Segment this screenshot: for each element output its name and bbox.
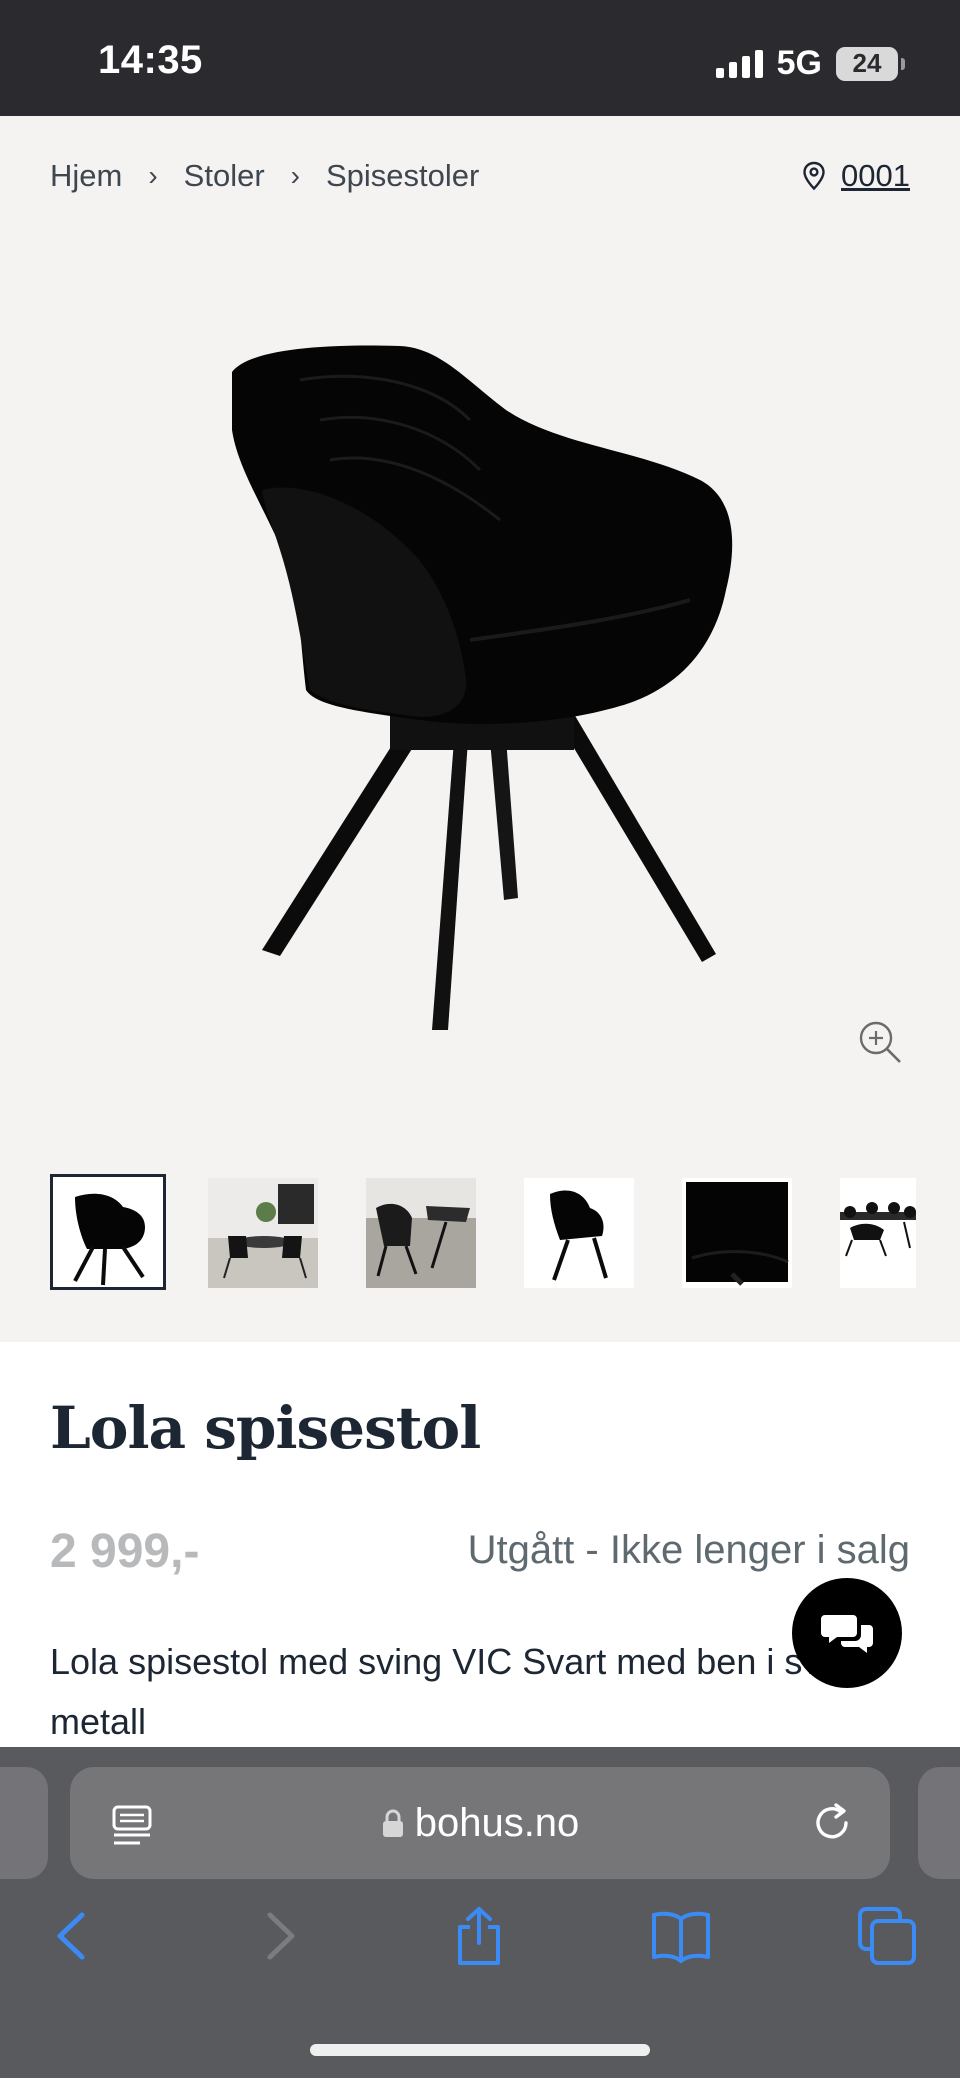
chevron-right-icon[interactable] xyxy=(248,1905,310,1967)
status-indicators: 5G 24 xyxy=(715,44,905,83)
battery-icon: 24 xyxy=(836,46,905,81)
product-price: 2 999,- xyxy=(50,1525,200,1578)
chevron-left-icon[interactable] xyxy=(42,1905,104,1967)
availability-status: Utgått - Ikke lenger i salg xyxy=(467,1528,910,1572)
address-bar[interactable]: bohus.no xyxy=(70,1767,890,1879)
battery-level: 24 xyxy=(852,48,882,78)
store-selector[interactable]: 0001 xyxy=(801,158,910,194)
chair-illustration xyxy=(232,345,733,1030)
location-pin-icon xyxy=(803,161,825,191)
chat-button[interactable] xyxy=(792,1578,902,1688)
thumbnail-fabric-closeup[interactable] xyxy=(682,1178,792,1288)
store-code[interactable]: 0001 xyxy=(841,158,910,194)
share-icon[interactable] xyxy=(448,1905,510,1967)
status-time: 14:35 xyxy=(98,38,203,82)
breadcrumb-home[interactable]: Hjem xyxy=(50,158,122,194)
breadcrumb-dining-chairs[interactable]: Spisestoler xyxy=(326,158,479,194)
thumbnail-chair-front[interactable] xyxy=(50,1174,166,1290)
url-field[interactable]: bohus.no xyxy=(70,1801,890,1846)
reload-icon[interactable] xyxy=(810,1801,856,1847)
url-text: bohus.no xyxy=(414,1801,580,1845)
breadcrumb-separator: › xyxy=(290,160,300,191)
chat-bubbles-icon xyxy=(821,1615,873,1653)
lock-icon xyxy=(382,1809,403,1837)
zoom-in-icon[interactable] xyxy=(856,1018,904,1066)
status-bar: 14:35 5G 24 xyxy=(0,0,960,116)
book-icon[interactable] xyxy=(650,1905,712,1967)
browser-toolbar: bohus.no xyxy=(0,1747,960,2078)
thumbnail-room-setting[interactable] xyxy=(208,1178,318,1288)
product-image[interactable] xyxy=(0,220,960,1100)
product-title: Lola spisestol xyxy=(50,1394,481,1462)
home-indicator xyxy=(310,2044,650,2056)
signal-icon xyxy=(715,49,763,78)
thumbnail-table-setting[interactable] xyxy=(366,1178,476,1288)
thumbnail-dining-set[interactable] xyxy=(840,1178,916,1288)
previous-tab-preview[interactable] xyxy=(0,1767,48,1879)
browser-nav xyxy=(0,1905,960,1985)
thumbnail-chair-side[interactable] xyxy=(524,1178,634,1288)
breadcrumb: Hjem › Stoler › Spisestoler xyxy=(50,158,479,194)
next-tab-preview[interactable] xyxy=(918,1767,960,1879)
breadcrumb-chairs[interactable]: Stoler xyxy=(184,158,265,194)
product-info: Lola spisestol 2 999,- Utgått - Ikke len… xyxy=(0,1342,960,1747)
network-label: 5G xyxy=(776,44,822,82)
product-description: Lola spisestol med sving VIC Svart med b… xyxy=(50,1641,863,1742)
breadcrumb-separator: › xyxy=(148,160,158,191)
thumbnail-strip xyxy=(50,1174,916,1292)
tabs-icon[interactable] xyxy=(856,1905,918,1967)
